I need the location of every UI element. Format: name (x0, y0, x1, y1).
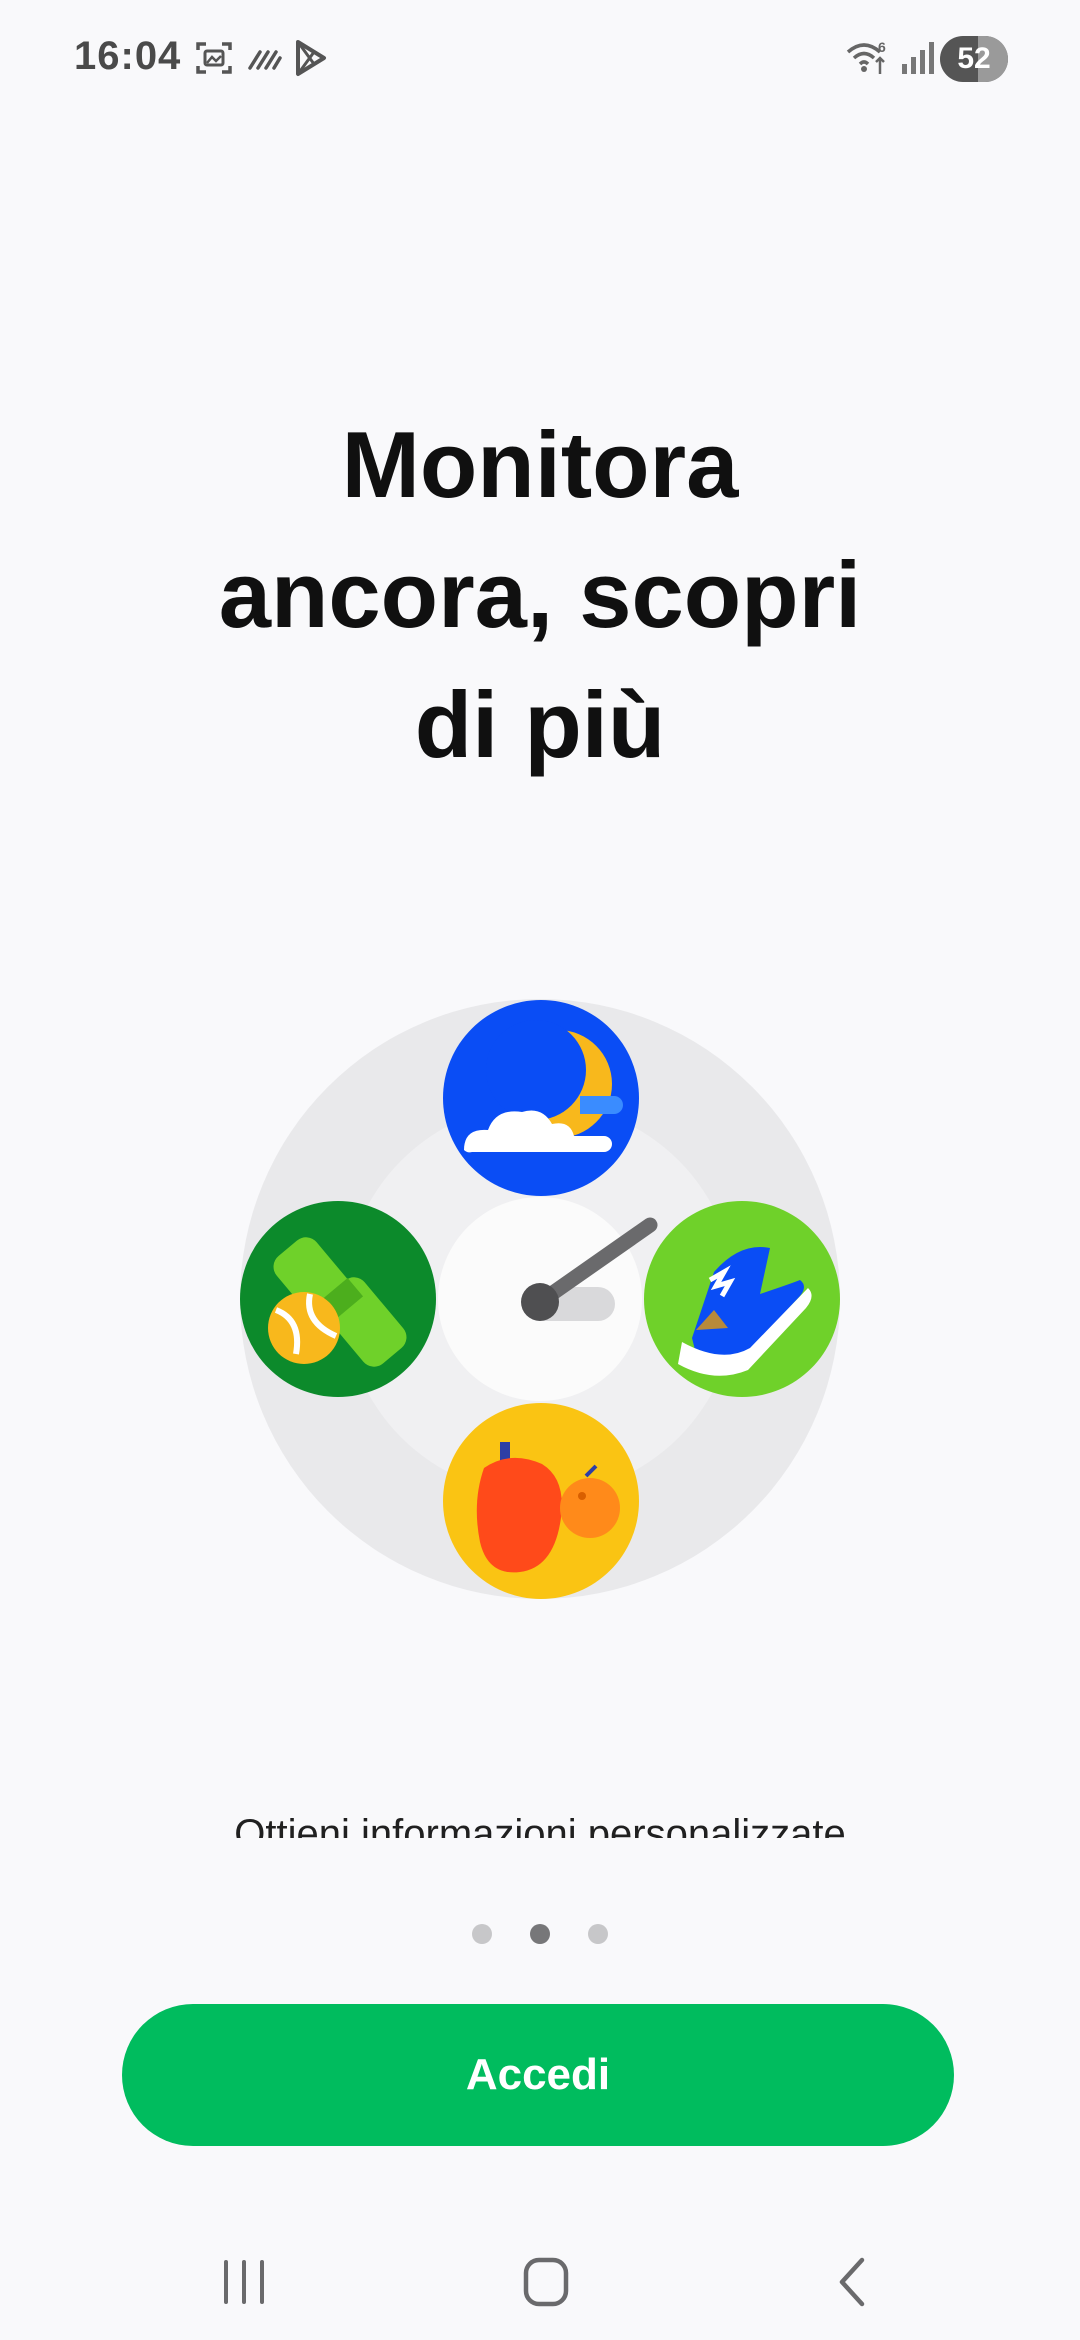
navigation-bar (0, 2220, 1080, 2340)
subtitle-container: Ottieni informazioni personalizzate (100, 1806, 980, 1838)
battery-indicator: 52 (940, 36, 1008, 82)
exercise-dumbbell-icon (240, 1201, 436, 1397)
page-dot-2[interactable] (530, 1924, 550, 1944)
subtitle: Ottieni informazioni personalizzate (234, 1812, 846, 1838)
wifi-icon: 6 (846, 39, 886, 74)
page-dot-3[interactable] (588, 1924, 608, 1944)
home-icon[interactable] (506, 2250, 586, 2314)
page-dot-1[interactable] (472, 1924, 492, 1944)
play-store-icon (296, 40, 326, 76)
sleep-moon-icon (443, 1000, 639, 1196)
screenshot-icon (196, 42, 232, 74)
food-pepper-icon (443, 1403, 639, 1599)
onboarding-screen: 16:04 6 52 Monitora ancora, scopri di pi… (0, 0, 1080, 2340)
nfc-icon (248, 50, 282, 70)
page-indicator (0, 1924, 1080, 1946)
login-button[interactable]: Accedi (122, 2004, 954, 2146)
signal-icon (902, 42, 934, 74)
running-shoe-icon (644, 1201, 840, 1397)
svg-text:6: 6 (878, 39, 886, 55)
recent-apps-icon[interactable] (204, 2250, 284, 2314)
status-bar: 16:04 6 52 (0, 0, 1080, 120)
status-time: 16:04 (74, 34, 182, 78)
back-icon[interactable] (812, 2250, 892, 2314)
battery-level: 52 (957, 42, 991, 75)
health-illustration (240, 999, 840, 1599)
page-title: Monitora ancora, scopri di più (218, 412, 862, 777)
